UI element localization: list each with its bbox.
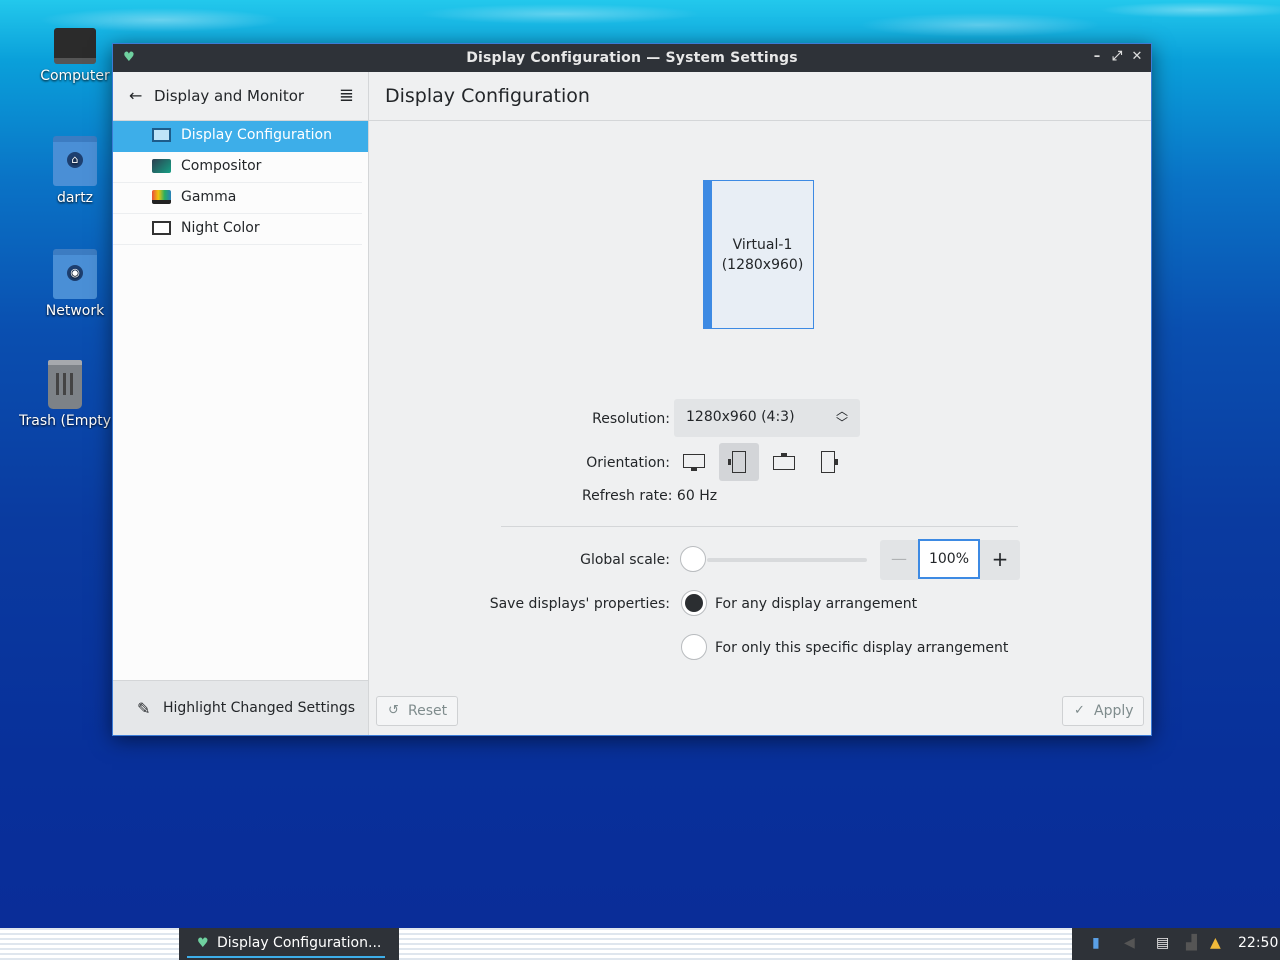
home-folder-icon: ⌂ — [53, 136, 97, 186]
highlighter-pen-icon: ✎ — [137, 699, 151, 718]
radio-specific-arrangement[interactable] — [681, 634, 707, 660]
night-color-icon — [152, 221, 171, 235]
gamma-icon — [152, 190, 171, 204]
computer-icon — [54, 28, 96, 64]
desktop-icon-network[interactable]: ◉ Network — [25, 249, 125, 319]
system-settings-window: ♥ Display Configuration — System Setting… — [112, 43, 1152, 736]
output-resolution: (1280x960) — [721, 257, 804, 273]
apply-label: Apply — [1094, 703, 1134, 719]
highlight-changed-settings-button[interactable]: ✎ Highlight Changed Settings — [113, 680, 368, 735]
landscape-flipped-orientation-icon — [773, 456, 795, 470]
compositor-icon — [152, 159, 171, 173]
portrait-orientation-icon — [732, 451, 746, 473]
global-scale-slider-handle[interactable] — [680, 546, 706, 572]
page-header: Display Configuration — [369, 72, 1151, 121]
save-properties-label: Save displays' properties: — [489, 596, 670, 612]
main-panel: Display Configuration Virtual-1 (1280x96… — [369, 72, 1151, 735]
sidebar-item-night-color[interactable]: Night Color — [113, 214, 362, 245]
taskbar: ♥ Display Configuration... ▮ ◀ ▤ ▟ ▲ — [0, 928, 1280, 960]
orientation-portrait-flipped-button[interactable] — [809, 443, 849, 481]
clipboard-icon[interactable]: ▤ — [1156, 935, 1169, 951]
title-bar[interactable]: ♥ Display Configuration — System Setting… — [113, 44, 1151, 72]
clock[interactable]: 22:50 — [1238, 935, 1278, 951]
sidebar-item-display-configuration[interactable]: Display Configuration — [113, 121, 368, 152]
separator — [501, 526, 1018, 527]
desktop-icon-label: Network — [45, 303, 105, 319]
hamburger-menu-icon[interactable]: ≣ — [339, 85, 354, 106]
sidebar-category-title: Display and Monitor — [154, 87, 305, 105]
global-scale-label: Global scale: — [580, 552, 670, 568]
scale-value-field[interactable]: 100% — [918, 539, 980, 579]
back-arrow-icon[interactable]: ← — [129, 86, 142, 105]
sidebar-item-compositor[interactable]: Compositor — [113, 152, 362, 183]
landscape-orientation-icon — [683, 454, 705, 468]
network-folder-icon: ◉ — [53, 249, 97, 299]
output-virtual-1[interactable]: Virtual-1 (1280x960) — [703, 180, 814, 329]
volume-icon[interactable]: ◀ — [1124, 935, 1135, 951]
output-name: Virtual-1 — [732, 237, 793, 253]
portrait-flipped-orientation-icon — [821, 451, 835, 473]
minimize-button[interactable]: – — [1089, 49, 1105, 65]
orientation-portrait-button[interactable] — [719, 443, 759, 481]
maximize-button[interactable]: ⤢ — [1109, 49, 1125, 65]
global-scale-slider-track[interactable] — [707, 558, 867, 562]
desktop-icon-label: dartz — [56, 190, 94, 206]
highlight-changed-settings-label: Highlight Changed Settings — [163, 700, 356, 716]
resolution-value: 1280x960 (4:3) — [686, 409, 795, 425]
resolution-label: Resolution: — [592, 411, 670, 427]
sidebar-item-label: Compositor — [181, 158, 262, 174]
desktop-icon-home[interactable]: ⌂ dartz — [25, 136, 125, 206]
desktop-icon-trash[interactable]: Trash (Empty) — [19, 360, 111, 429]
sidebar-item-label: Night Color — [181, 220, 260, 236]
desktop-icon-label: Trash (Empty) — [19, 413, 111, 429]
resolution-combobox[interactable]: 1280x960 (4:3) ︿ ﹀ — [674, 399, 860, 437]
display-icon — [152, 128, 171, 142]
trash-icon — [48, 360, 82, 409]
sidebar-item-gamma[interactable]: Gamma — [113, 183, 362, 214]
scale-increase-button[interactable]: + — [980, 540, 1020, 580]
network-icon[interactable]: ▟ — [1186, 935, 1197, 951]
radio-any-arrangement[interactable] — [681, 590, 707, 616]
sidebar-header: ← Display and Monitor ≣ — [113, 72, 368, 121]
desktop-icon-label: Computer — [40, 68, 110, 84]
reset-label: Reset — [408, 703, 448, 719]
scale-decrease-button[interactable]: — — [880, 540, 918, 580]
undo-icon: ↺ — [388, 703, 399, 718]
checkmark-icon: ✓ — [1074, 703, 1085, 718]
system-settings-app-icon: ♥ — [197, 936, 209, 951]
taskbar-item-display-configuration[interactable]: ♥ Display Configuration... — [179, 928, 399, 960]
orientation-label: Orientation: — [586, 455, 670, 471]
taskbar-item-label: Display Configuration... — [217, 935, 382, 951]
apply-button[interactable]: ✓ Apply — [1062, 696, 1144, 726]
removable-device-icon[interactable]: ▮ — [1092, 935, 1100, 951]
window-title: Display Configuration — System Settings — [466, 50, 798, 66]
sidebar-item-label: Gamma — [181, 189, 237, 205]
orientation-landscape-button[interactable] — [674, 443, 714, 481]
desktop-icon-computer[interactable]: Computer — [25, 22, 125, 84]
notifications-bell-icon[interactable]: ▲ — [1210, 935, 1221, 951]
close-button[interactable]: ✕ — [1129, 49, 1145, 65]
updown-arrows-icon: ︿ ﹀ — [835, 404, 848, 430]
radio-specific-arrangement-label[interactable]: For only this specific display arrangeme… — [715, 640, 1008, 656]
sidebar: ← Display and Monitor ≣ Display Configur… — [113, 72, 369, 735]
refresh-rate-label: Refresh rate: 60 Hz — [582, 488, 718, 504]
orientation-landscape-flipped-button[interactable] — [764, 443, 804, 481]
sidebar-item-label: Display Configuration — [181, 127, 332, 143]
radio-any-arrangement-label[interactable]: For any display arrangement — [715, 596, 917, 612]
page-title: Display Configuration — [385, 85, 590, 107]
reset-button[interactable]: ↺ Reset — [376, 696, 458, 726]
